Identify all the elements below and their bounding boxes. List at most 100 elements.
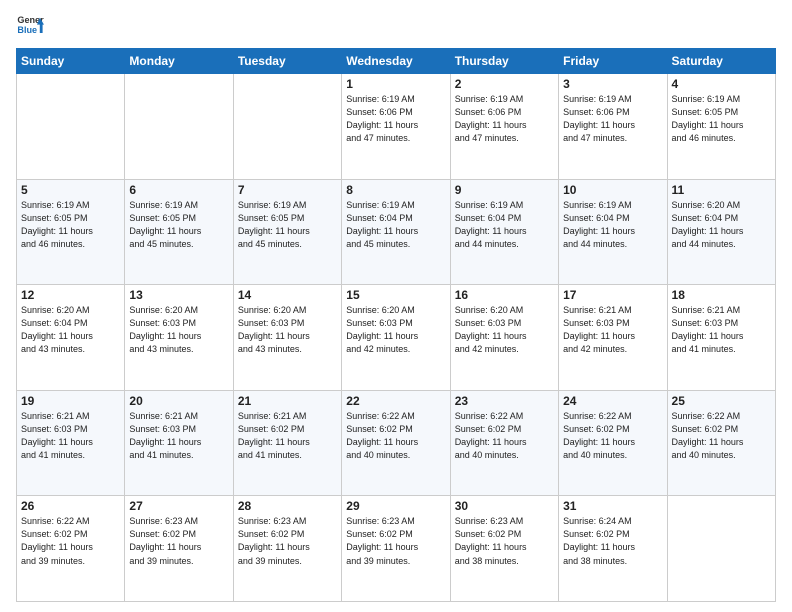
day-number: 1: [346, 77, 445, 91]
day-info: Sunrise: 6:23 AMSunset: 6:02 PMDaylight:…: [129, 515, 228, 567]
calendar-cell: 27 Sunrise: 6:23 AMSunset: 6:02 PMDayligh…: [125, 496, 233, 602]
day-number: 31: [563, 499, 662, 513]
calendar-week-4: 19 Sunrise: 6:21 AMSunset: 6:03 PMDayligh…: [17, 390, 776, 496]
day-info: Sunrise: 6:21 AMSunset: 6:03 PMDaylight:…: [563, 304, 662, 356]
day-info: Sunrise: 6:19 AMSunset: 6:05 PMDaylight:…: [129, 199, 228, 251]
day-info: Sunrise: 6:23 AMSunset: 6:02 PMDaylight:…: [238, 515, 337, 567]
calendar-cell: 23 Sunrise: 6:22 AMSunset: 6:02 PMDayligh…: [450, 390, 558, 496]
day-number: 20: [129, 394, 228, 408]
calendar-cell: 18 Sunrise: 6:21 AMSunset: 6:03 PMDayligh…: [667, 285, 775, 391]
calendar-cell: 2 Sunrise: 6:19 AMSunset: 6:06 PMDaylight…: [450, 74, 558, 180]
day-number: 22: [346, 394, 445, 408]
calendar-cell: 7 Sunrise: 6:19 AMSunset: 6:05 PMDaylight…: [233, 179, 341, 285]
day-number: 30: [455, 499, 554, 513]
calendar-cell: 20 Sunrise: 6:21 AMSunset: 6:03 PMDayligh…: [125, 390, 233, 496]
calendar-cell: 13Sunrise: 6:20 AMSunset: 6:03 PMDayligh…: [125, 285, 233, 391]
calendar-cell: 9 Sunrise: 6:19 AMSunset: 6:04 PMDaylight…: [450, 179, 558, 285]
day-info: Sunrise: 6:20 AMSunset: 6:03 PMDaylight:…: [455, 304, 554, 356]
day-number: 28: [238, 499, 337, 513]
calendar-cell: 6Sunrise: 6:19 AMSunset: 6:05 PMDaylight…: [125, 179, 233, 285]
day-info: Sunrise: 6:20 AMSunset: 6:04 PMDaylight:…: [672, 199, 771, 251]
day-info: Sunrise: 6:19 AMSunset: 6:04 PMDaylight:…: [563, 199, 662, 251]
calendar-week-2: 5 Sunrise: 6:19 AMSunset: 6:05 PMDaylight…: [17, 179, 776, 285]
day-number: 16: [455, 288, 554, 302]
day-number: 9: [455, 183, 554, 197]
day-info: Sunrise: 6:20 AMSunset: 6:03 PMDaylight:…: [238, 304, 337, 356]
day-number: 14: [238, 288, 337, 302]
day-number: 24: [563, 394, 662, 408]
day-info: Sunrise: 6:23 AMSunset: 6:02 PMDaylight:…: [455, 515, 554, 567]
day-info: Sunrise: 6:19 AMSunset: 6:05 PMDaylight:…: [238, 199, 337, 251]
svg-text:Blue: Blue: [17, 25, 37, 35]
day-info: Sunrise: 6:19 AMSunset: 6:05 PMDaylight:…: [21, 199, 120, 251]
calendar-week-1: 1 Sunrise: 6:19 AMSunset: 6:06 PMDaylight…: [17, 74, 776, 180]
calendar-cell: 25 Sunrise: 6:22 AMSunset: 6:02 PMDayligh…: [667, 390, 775, 496]
calendar-cell: 29 Sunrise: 6:23 AMSunset: 6:02 PMDayligh…: [342, 496, 450, 602]
day-number: 17: [563, 288, 662, 302]
calendar-header-monday: Monday: [125, 49, 233, 74]
calendar-cell: 30 Sunrise: 6:23 AMSunset: 6:02 PMDayligh…: [450, 496, 558, 602]
day-info: Sunrise: 6:20 AMSunset: 6:03 PMDaylight:…: [346, 304, 445, 356]
day-info: Sunrise: 6:24 AMSunset: 6:02 PMDaylight:…: [563, 515, 662, 567]
day-number: 23: [455, 394, 554, 408]
calendar-cell: 4Sunrise: 6:19 AMSunset: 6:05 PMDaylight…: [667, 74, 775, 180]
day-number: 18: [672, 288, 771, 302]
calendar-cell: 12Sunrise: 6:20 AMSunset: 6:04 PMDayligh…: [17, 285, 125, 391]
day-info: Sunrise: 6:19 AMSunset: 6:06 PMDaylight:…: [346, 93, 445, 145]
calendar-cell: 31 Sunrise: 6:24 AMSunset: 6:02 PMDayligh…: [559, 496, 667, 602]
calendar-header-tuesday: Tuesday: [233, 49, 341, 74]
logo: General Blue: [16, 12, 44, 40]
day-info: Sunrise: 6:20 AMSunset: 6:03 PMDaylight:…: [129, 304, 228, 356]
day-number: 5: [21, 183, 120, 197]
day-info: Sunrise: 6:23 AMSunset: 6:02 PMDaylight:…: [346, 515, 445, 567]
day-info: Sunrise: 6:20 AMSunset: 6:04 PMDaylight:…: [21, 304, 120, 356]
day-info: Sunrise: 6:19 AMSunset: 6:04 PMDaylight:…: [455, 199, 554, 251]
calendar-cell: 26Sunrise: 6:22 AMSunset: 6:02 PMDayligh…: [17, 496, 125, 602]
calendar-header-thursday: Thursday: [450, 49, 558, 74]
day-number: 11: [672, 183, 771, 197]
day-info: Sunrise: 6:21 AMSunset: 6:03 PMDaylight:…: [21, 410, 120, 462]
calendar-cell: 21 Sunrise: 6:21 AMSunset: 6:02 PMDayligh…: [233, 390, 341, 496]
calendar-cell: 8Sunrise: 6:19 AMSunset: 6:04 PMDaylight…: [342, 179, 450, 285]
day-number: 7: [238, 183, 337, 197]
calendar-cell: 14 Sunrise: 6:20 AMSunset: 6:03 PMDayligh…: [233, 285, 341, 391]
day-info: Sunrise: 6:21 AMSunset: 6:03 PMDaylight:…: [129, 410, 228, 462]
day-number: 19: [21, 394, 120, 408]
day-info: Sunrise: 6:21 AMSunset: 6:03 PMDaylight:…: [672, 304, 771, 356]
calendar-header-sunday: Sunday: [17, 49, 125, 74]
day-info: Sunrise: 6:21 AMSunset: 6:02 PMDaylight:…: [238, 410, 337, 462]
day-number: 2: [455, 77, 554, 91]
calendar-cell: 28 Sunrise: 6:23 AMSunset: 6:02 PMDayligh…: [233, 496, 341, 602]
calendar-header-row: SundayMondayTuesdayWednesdayThursdayFrid…: [17, 49, 776, 74]
calendar-cell: 24Sunrise: 6:22 AMSunset: 6:02 PMDayligh…: [559, 390, 667, 496]
day-number: 15: [346, 288, 445, 302]
day-info: Sunrise: 6:22 AMSunset: 6:02 PMDaylight:…: [346, 410, 445, 462]
day-info: Sunrise: 6:19 AMSunset: 6:06 PMDaylight:…: [455, 93, 554, 145]
calendar-header-wednesday: Wednesday: [342, 49, 450, 74]
day-number: 29: [346, 499, 445, 513]
calendar-cell: 10 Sunrise: 6:19 AMSunset: 6:04 PMDayligh…: [559, 179, 667, 285]
day-number: 3: [563, 77, 662, 91]
calendar-cell: 11 Sunrise: 6:20 AMSunset: 6:04 PMDayligh…: [667, 179, 775, 285]
calendar-cell: [17, 74, 125, 180]
day-number: 21: [238, 394, 337, 408]
day-info: Sunrise: 6:22 AMSunset: 6:02 PMDaylight:…: [672, 410, 771, 462]
day-number: 25: [672, 394, 771, 408]
header: General Blue: [16, 12, 776, 40]
calendar-header-saturday: Saturday: [667, 49, 775, 74]
calendar-week-3: 12Sunrise: 6:20 AMSunset: 6:04 PMDayligh…: [17, 285, 776, 391]
day-info: Sunrise: 6:22 AMSunset: 6:02 PMDaylight:…: [455, 410, 554, 462]
logo-icon: General Blue: [16, 12, 44, 40]
calendar-cell: 22 Sunrise: 6:22 AMSunset: 6:02 PMDayligh…: [342, 390, 450, 496]
calendar-cell: 5 Sunrise: 6:19 AMSunset: 6:05 PMDaylight…: [17, 179, 125, 285]
day-number: 10: [563, 183, 662, 197]
calendar-cell: [233, 74, 341, 180]
day-number: 27: [129, 499, 228, 513]
day-info: Sunrise: 6:19 AMSunset: 6:06 PMDaylight:…: [563, 93, 662, 145]
calendar-cell: 16 Sunrise: 6:20 AMSunset: 6:03 PMDayligh…: [450, 285, 558, 391]
calendar-week-5: 26Sunrise: 6:22 AMSunset: 6:02 PMDayligh…: [17, 496, 776, 602]
calendar-cell: 19 Sunrise: 6:21 AMSunset: 6:03 PMDayligh…: [17, 390, 125, 496]
calendar-header-friday: Friday: [559, 49, 667, 74]
page: General Blue SundayMondayTuesdayWednesda…: [0, 0, 792, 612]
calendar-cell: [125, 74, 233, 180]
